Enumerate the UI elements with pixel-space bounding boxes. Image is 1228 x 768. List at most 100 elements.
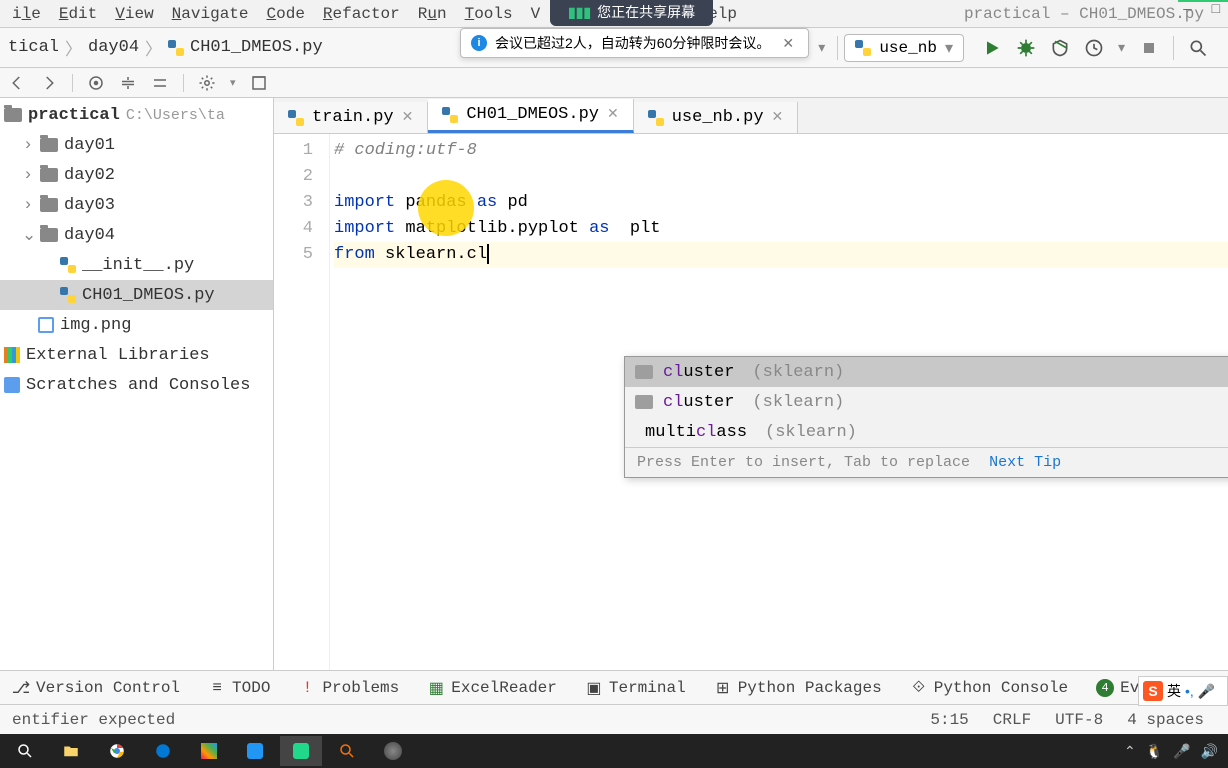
breadcrumb-mid[interactable]: day04 bbox=[88, 38, 139, 57]
problems-tab[interactable]: !Problems bbox=[298, 679, 399, 697]
maximize-button[interactable]: □ bbox=[1208, 0, 1224, 20]
meeting-tip-text: 会议已超过2人，自动转为60分钟限时会议。 bbox=[495, 33, 770, 53]
menu-edit[interactable]: Edit bbox=[51, 3, 105, 25]
close-icon[interactable]: ✕ bbox=[778, 35, 798, 52]
app3-taskbar-button[interactable] bbox=[372, 736, 414, 766]
python-console-tab[interactable]: ⟐Python Console bbox=[910, 679, 1068, 697]
coverage-button[interactable] bbox=[1050, 38, 1070, 58]
run-config-selector[interactable]: use_nb ▾ bbox=[844, 34, 964, 62]
window-controls: — □ bbox=[1179, 0, 1224, 20]
excelreader-tab[interactable]: ▦ExcelReader bbox=[427, 679, 557, 697]
forward-icon[interactable] bbox=[40, 74, 58, 92]
minimize-button[interactable]: — bbox=[1179, 0, 1195, 20]
folder-icon bbox=[40, 138, 58, 152]
file-ch01[interactable]: CH01_DMEOS.py bbox=[0, 280, 273, 310]
menu-code[interactable]: Code bbox=[259, 3, 313, 25]
system-tray[interactable]: ⌃ 🐧 🎤 🔊 bbox=[1124, 743, 1224, 760]
chevron-down-icon[interactable]: ▾ bbox=[1118, 39, 1125, 56]
close-icon[interactable]: ✕ bbox=[607, 106, 619, 123]
edge-taskbar-button[interactable] bbox=[142, 736, 184, 766]
app-taskbar-button[interactable] bbox=[188, 736, 230, 766]
sogou-icon: S bbox=[1143, 681, 1163, 701]
terminal-tab[interactable]: ▣Terminal bbox=[585, 679, 686, 697]
search-button[interactable] bbox=[1188, 38, 1208, 58]
external-libraries[interactable]: External Libraries bbox=[0, 340, 273, 370]
breadcrumb-file[interactable]: CH01_DMEOS.py bbox=[190, 38, 323, 57]
tray-chevron-icon[interactable]: ⌃ bbox=[1124, 743, 1136, 760]
chrome-taskbar-button[interactable] bbox=[96, 736, 138, 766]
gear-icon[interactable] bbox=[198, 74, 216, 92]
caret-position[interactable]: 5:15 bbox=[918, 711, 980, 729]
hide-icon[interactable] bbox=[250, 74, 268, 92]
select-opened-icon[interactable] bbox=[87, 74, 105, 92]
project-tree[interactable]: practical C:\Users\ta ›day01 ›day02 ›day… bbox=[0, 98, 274, 670]
collapse-all-icon[interactable] bbox=[151, 74, 169, 92]
pycharm-taskbar-button[interactable] bbox=[280, 736, 322, 766]
share-banner-text: 您正在共享屏幕 bbox=[597, 2, 695, 22]
chevron-down-icon[interactable]: ▾ bbox=[818, 39, 825, 56]
menu-navigate[interactable]: Navigate bbox=[164, 3, 257, 25]
ime-indicator[interactable]: S 英 •, 🎤 bbox=[1138, 676, 1228, 706]
menu-tools[interactable]: Tools bbox=[457, 3, 521, 25]
stop-button[interactable] bbox=[1139, 38, 1159, 58]
breadcrumb[interactable]: tical 〉 day04 〉 CH01_DMEOS.py bbox=[8, 35, 323, 61]
version-control-tab[interactable]: ⎇Version Control bbox=[12, 679, 180, 697]
tray-mic-icon[interactable]: 🎤 bbox=[1173, 743, 1190, 760]
python-packages-tab[interactable]: ⊞Python Packages bbox=[714, 679, 882, 697]
app2-taskbar-button[interactable] bbox=[234, 736, 276, 766]
menu-refactor[interactable]: Refactor bbox=[315, 3, 408, 25]
code-line-3: import pandas as pd bbox=[334, 190, 1228, 216]
folder-day04[interactable]: ⌄day04 bbox=[0, 220, 273, 250]
chevron-right-icon: 〉 bbox=[141, 35, 166, 61]
menu-run[interactable]: Run bbox=[410, 3, 455, 25]
file-encoding[interactable]: UTF-8 bbox=[1043, 711, 1115, 729]
breadcrumb-root[interactable]: tical bbox=[8, 38, 59, 57]
code-line-1: # coding:utf-8 bbox=[334, 141, 477, 160]
expand-all-icon[interactable] bbox=[119, 74, 137, 92]
menu-vcs[interactable]: V bbox=[523, 3, 549, 25]
search-orange-button[interactable] bbox=[326, 736, 368, 766]
autocomplete-popup[interactable]: cluster (sklearn) cluster (sklearn) mult… bbox=[624, 356, 1228, 478]
tab-train[interactable]: train.py✕ bbox=[274, 102, 428, 133]
tray-penguin-icon[interactable]: 🐧 bbox=[1146, 743, 1163, 760]
run-config-label: use_nb bbox=[879, 39, 937, 57]
folder-day02[interactable]: ›day02 bbox=[0, 160, 273, 190]
indent-setting[interactable]: 4 spaces bbox=[1115, 711, 1216, 729]
close-icon[interactable]: ✕ bbox=[402, 109, 414, 126]
scratches[interactable]: Scratches and Consoles bbox=[0, 370, 273, 400]
python-file-icon bbox=[855, 40, 871, 56]
event-badge-icon: 4 bbox=[1096, 679, 1114, 697]
debug-button[interactable] bbox=[1016, 38, 1036, 58]
tool-window-bar: ⎇Version Control ≡TODO !Problems ▦ExcelR… bbox=[0, 670, 1228, 704]
autocomplete-option[interactable]: cluster (sklearn) bbox=[625, 387, 1228, 417]
python-file-icon bbox=[60, 257, 76, 273]
tab-ch01[interactable]: CH01_DMEOS.py✕ bbox=[428, 99, 633, 133]
folder-icon bbox=[40, 198, 58, 212]
autocomplete-hint: Press Enter to insert, Tab to replace Ne… bbox=[625, 447, 1228, 477]
close-icon[interactable]: ✕ bbox=[772, 109, 784, 126]
autocomplete-option[interactable]: multiclass (sklearn) bbox=[625, 417, 1228, 447]
explorer-taskbar-button[interactable] bbox=[50, 736, 92, 766]
info-icon: i bbox=[471, 35, 487, 51]
folder-day01[interactable]: ›day01 bbox=[0, 130, 273, 160]
search-taskbar-button[interactable] bbox=[4, 736, 46, 766]
run-button[interactable] bbox=[982, 38, 1002, 58]
folder-day03[interactable]: ›day03 bbox=[0, 190, 273, 220]
next-tip-link[interactable]: Next Tip bbox=[989, 454, 1061, 471]
package-icon bbox=[635, 365, 653, 379]
todo-tab[interactable]: ≡TODO bbox=[208, 679, 270, 697]
back-icon[interactable] bbox=[8, 74, 26, 92]
tab-usenb[interactable]: use_nb.py✕ bbox=[634, 102, 799, 133]
file-img[interactable]: img.png bbox=[0, 310, 273, 340]
autocomplete-option[interactable]: cluster (sklearn) bbox=[625, 357, 1228, 387]
tray-volume-icon[interactable]: 🔊 bbox=[1201, 743, 1218, 760]
chevron-right-icon: 〉 bbox=[61, 35, 86, 61]
ime-mode: 英 bbox=[1167, 681, 1181, 701]
project-root[interactable]: practical C:\Users\ta bbox=[0, 100, 273, 130]
menu-file[interactable]: ile bbox=[4, 3, 49, 25]
line-separator[interactable]: CRLF bbox=[981, 711, 1043, 729]
chevron-down-icon: ▾ bbox=[945, 38, 953, 58]
profile-button[interactable] bbox=[1084, 38, 1104, 58]
menu-view[interactable]: View bbox=[107, 3, 161, 25]
file-init[interactable]: __init__.py bbox=[0, 250, 273, 280]
